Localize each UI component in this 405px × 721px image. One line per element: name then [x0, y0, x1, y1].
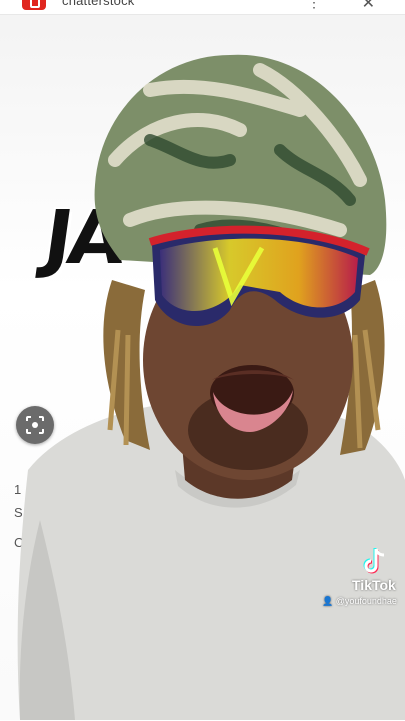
tiktok-logo-icon [363, 548, 385, 574]
tiktok-handle-text: @youfoundhae [335, 596, 397, 606]
tiktok-brand-text: TikTok [352, 577, 396, 593]
google-lens-icon[interactable] [16, 406, 54, 444]
person-photo [17, 54, 405, 720]
tiktok-handle: 👤 @youfoundhae [322, 596, 402, 607]
user-icon: 👤 [322, 596, 334, 606]
